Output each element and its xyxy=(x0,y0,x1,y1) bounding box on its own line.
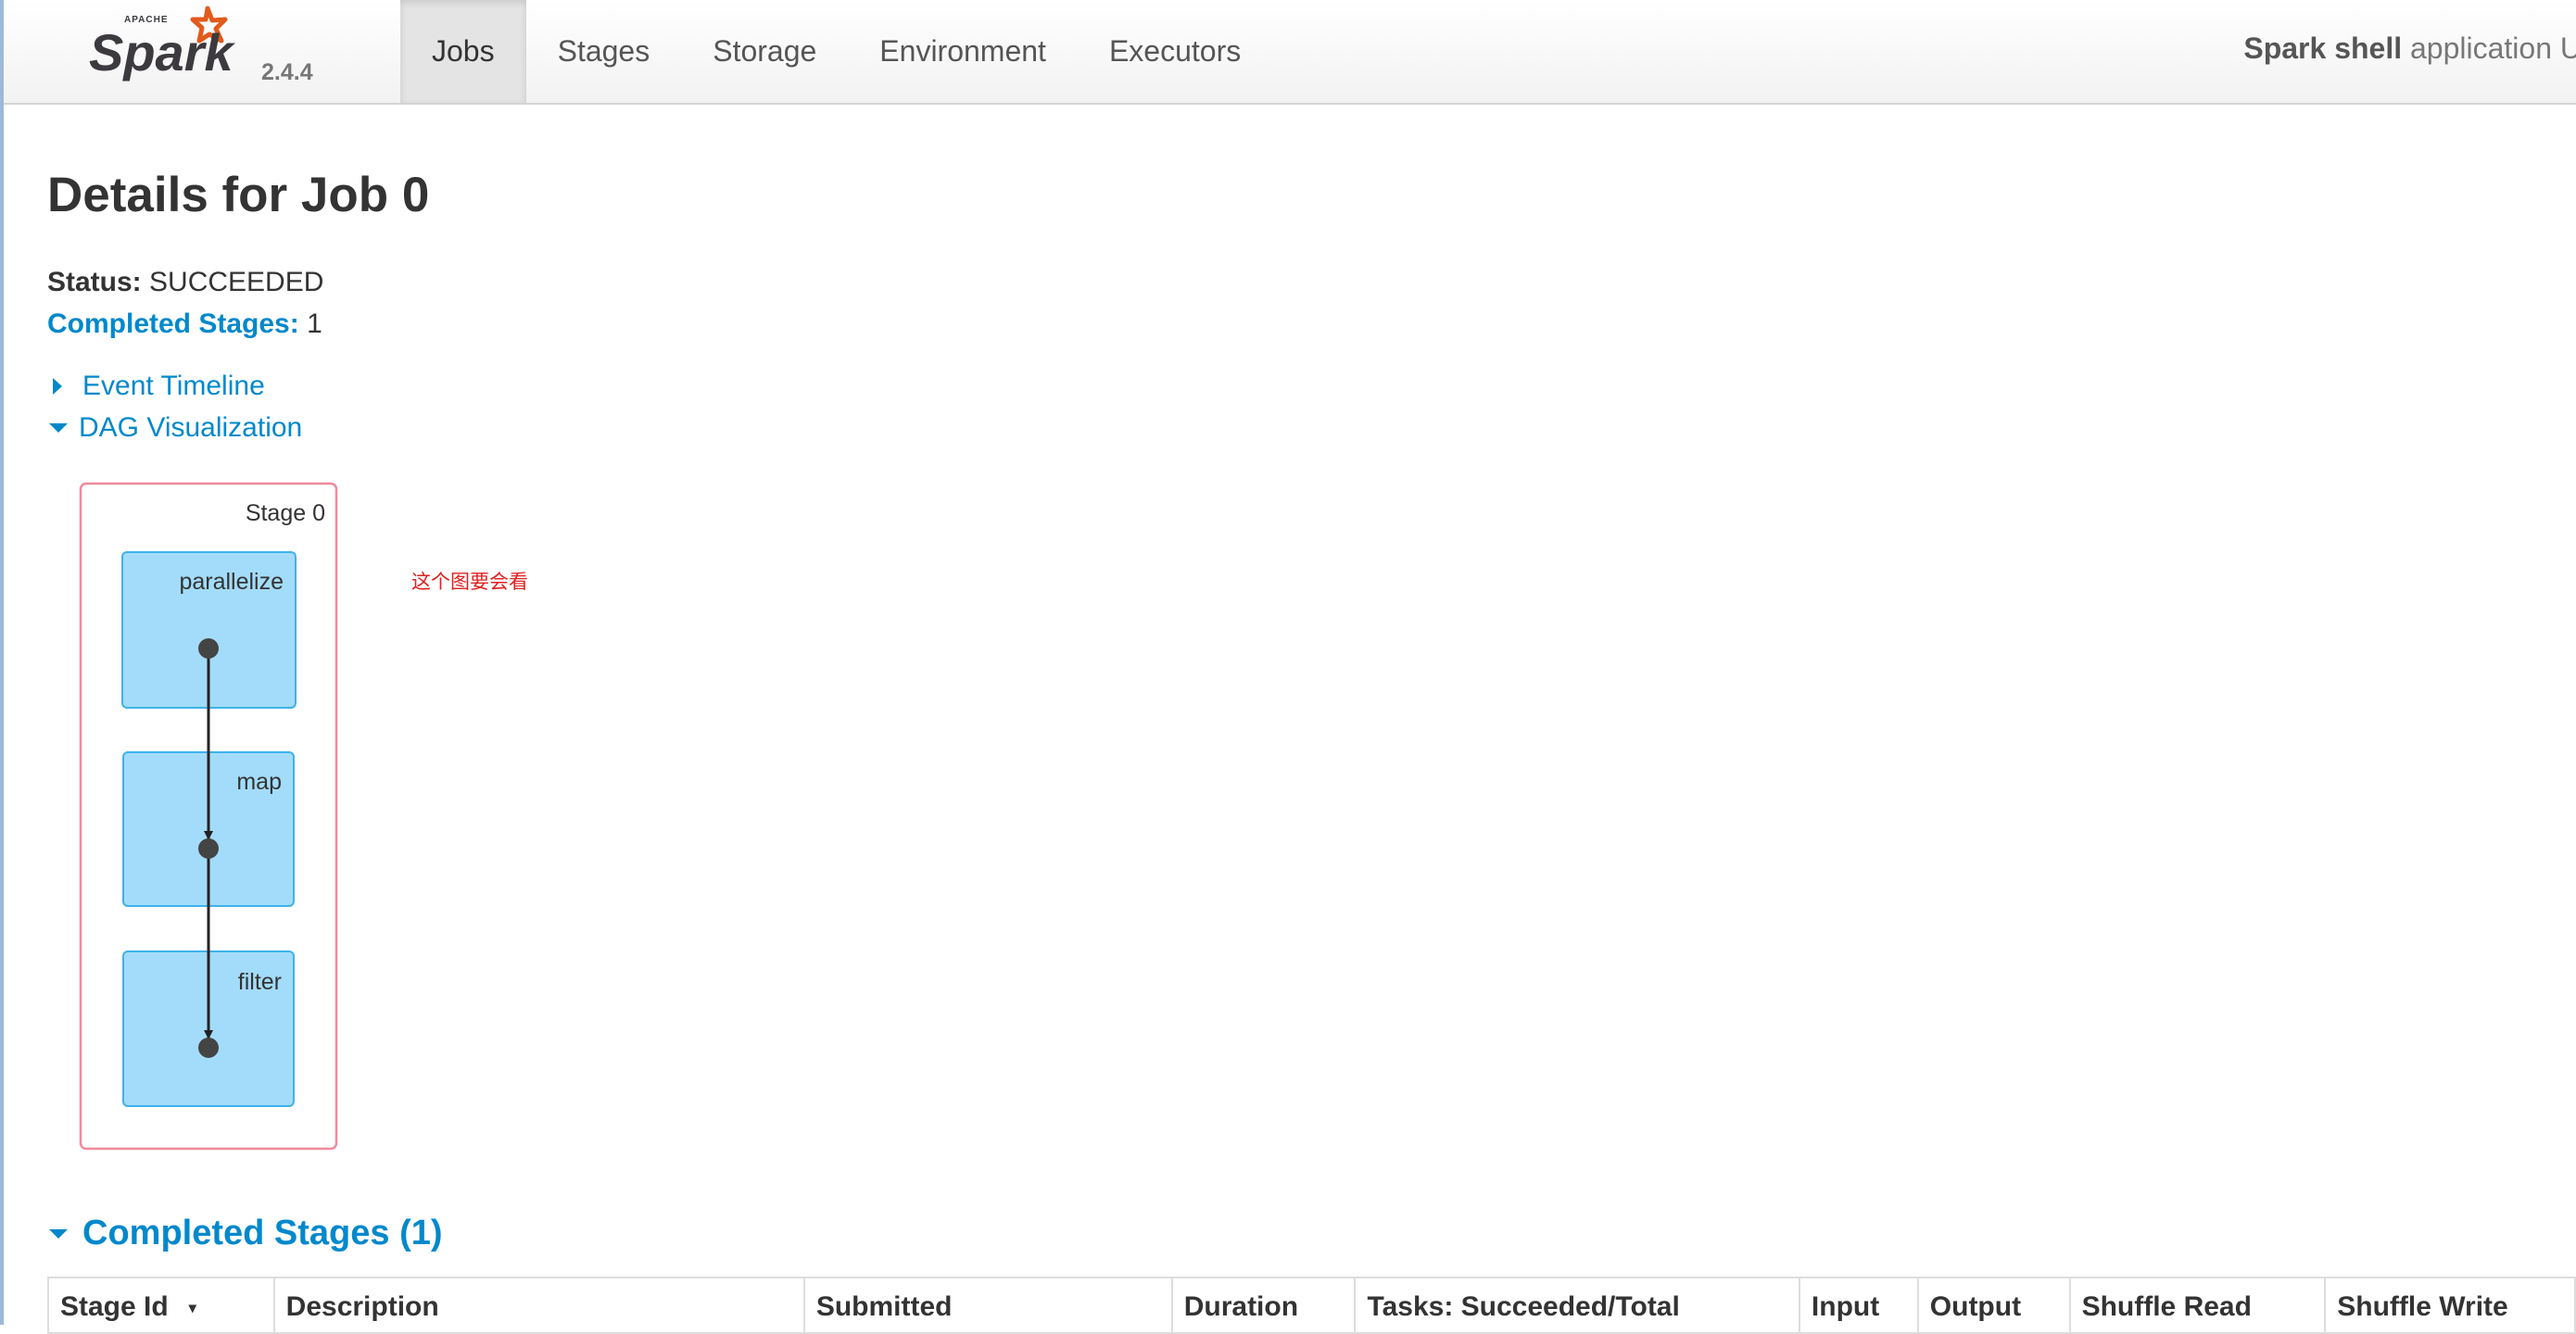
rdd-node-filter[interactable] xyxy=(198,1038,219,1058)
column-tasks[interactable]: Tasks: Succeeded/Total xyxy=(1354,1277,1800,1334)
stage-label: Stage 0 xyxy=(246,500,325,526)
operation-label-parallelize: parallelize xyxy=(179,569,284,595)
completed-stages-toggle[interactable]: Completed Stages (1) xyxy=(47,1214,443,1253)
annotation-note: 这个图要会看 xyxy=(411,571,528,593)
app-name-bold: Spark shell xyxy=(2243,31,2403,65)
tab-storage[interactable]: Storage xyxy=(681,0,848,103)
column-duration[interactable]: Duration xyxy=(1170,1277,1357,1334)
column-shuffle-write[interactable]: Shuffle Write xyxy=(2324,1277,2576,1334)
rdd-node-map[interactable] xyxy=(198,838,219,859)
completed-stages-title: Completed Stages (1) xyxy=(82,1214,443,1252)
table-header-row: Stage Id ▾ Description Submitted Duration… xyxy=(47,1277,2576,1334)
collapse-arrow-icon xyxy=(49,1228,68,1239)
column-shuffle-read[interactable]: Shuffle Read xyxy=(2068,1277,2327,1334)
column-description[interactable]: Description xyxy=(272,1277,805,1334)
sort-desc-icon[interactable]: ▾ xyxy=(189,1301,196,1316)
column-stage-id[interactable]: Stage Id ▾ xyxy=(47,1277,275,1334)
tab-environment[interactable]: Environment xyxy=(848,0,1078,103)
operation-label-map: map xyxy=(236,769,282,795)
dag-visualization: Stage 0 parallelize map filter xyxy=(79,482,338,1151)
column-input[interactable]: Input xyxy=(1798,1277,1919,1334)
window-left-edge xyxy=(0,0,4,1325)
application-name: Spark shell application U xyxy=(2243,31,2576,66)
top-navbar: APACHE Spark 2.4.4 Jobs Stages Storage E… xyxy=(0,0,2576,105)
column-label: Stage Id xyxy=(60,1291,169,1322)
tab-stages[interactable]: Stages xyxy=(526,0,682,103)
rdd-node-parallelize[interactable] xyxy=(198,638,219,659)
column-submitted[interactable]: Submitted xyxy=(802,1277,1173,1334)
operation-label-filter: filter xyxy=(238,969,282,995)
nav-tabs: Jobs Stages Storage Environment Executor… xyxy=(400,0,1272,103)
tab-executors[interactable]: Executors xyxy=(1078,0,1272,103)
column-output[interactable]: Output xyxy=(1916,1277,2071,1334)
completed-stages-table: Stage Id ▾ Description Submitted Duration… xyxy=(47,1277,2576,1334)
tab-jobs[interactable]: Jobs xyxy=(400,0,526,103)
app-name-rest: application U xyxy=(2402,31,2576,65)
